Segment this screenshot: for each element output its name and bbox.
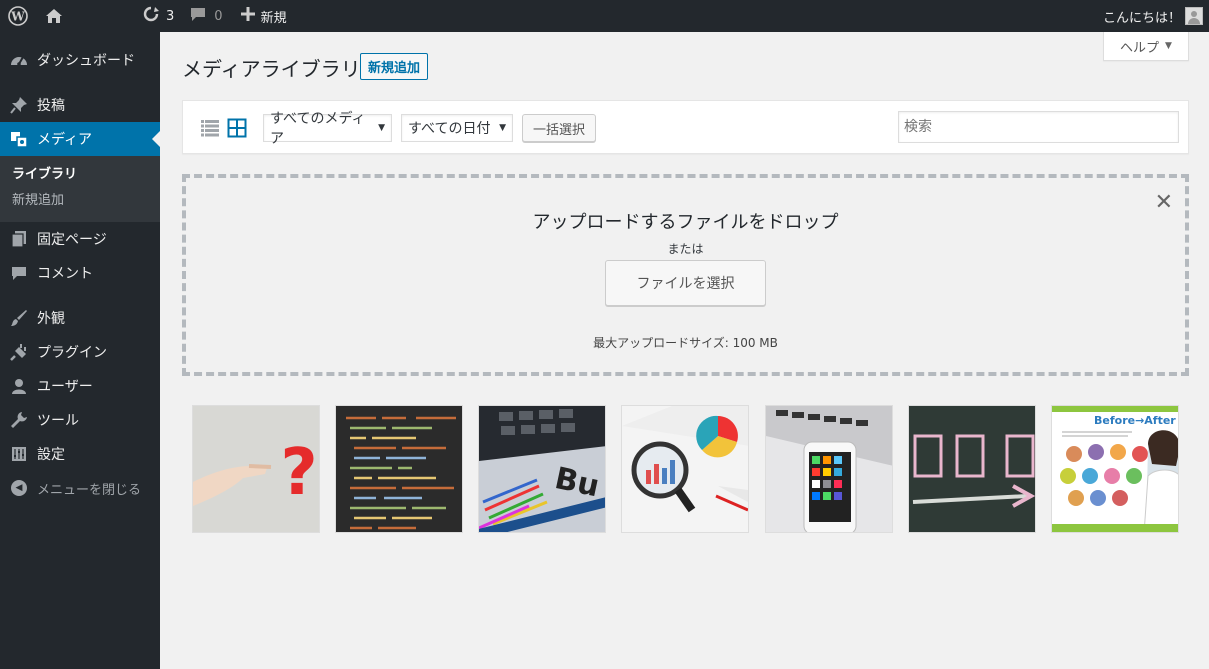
greeting-text: こんにちは！ <box>1102 10 1181 26</box>
sidebar-item-users[interactable]: ユーザー <box>0 369 160 403</box>
select-files-button[interactable]: ファイルを選択 <box>605 260 766 306</box>
or-text: または <box>667 242 704 256</box>
avatar <box>1185 7 1203 25</box>
comments-count: 0 <box>214 8 223 24</box>
sidebar-item-dashboard[interactable]: ダッシュボード <box>0 43 160 77</box>
plus-icon <box>240 7 255 25</box>
new-label: 新規 <box>260 10 287 26</box>
page-title: メディアライブラリ <box>182 57 361 81</box>
max-upload-size: 最大アップロードサイズ: 100 MB <box>593 336 778 350</box>
collapse-menu-button[interactable]: ◀ メニューを閉じる <box>0 471 160 505</box>
collapse-arrow-icon: ◀ <box>9 478 29 498</box>
plugin-icon <box>9 342 29 362</box>
thumbnail-before-after-flyer[interactable]: Before→After <box>1051 405 1179 533</box>
pin-icon <box>9 95 29 115</box>
bulk-select-button[interactable]: 一括選択 <box>522 114 596 142</box>
comment-bubble-icon <box>190 6 206 26</box>
thumbnail-pointing-question[interactable]: ? <box>192 405 320 533</box>
page-icon <box>9 229 29 249</box>
thumbnail-magnifier-chart[interactable] <box>621 405 749 533</box>
svg-text:W: W <box>10 10 25 24</box>
submenu-item-library[interactable]: ライブラリ <box>0 162 160 188</box>
sidebar-item-posts[interactable]: 投稿 <box>0 88 160 122</box>
brush-icon <box>9 308 29 328</box>
flyer-title-text: Before→After <box>1094 414 1176 427</box>
submenu-item-add-new[interactable]: 新規追加 <box>0 188 160 214</box>
add-new-button[interactable]: 新規追加 <box>360 53 429 80</box>
sidebar-item-plugins[interactable]: プラグイン <box>0 335 160 369</box>
admin-bar: W 3 0 新規 こんにちは！ <box>0 0 1209 32</box>
media-icon <box>9 129 29 149</box>
comment-icon <box>9 263 29 283</box>
thumbnail-calculator-business[interactable]: Bu <box>478 405 606 533</box>
sidebar-item-media[interactable]: メディア <box>0 122 160 156</box>
user-icon <box>9 376 29 396</box>
wordpress-logo-icon[interactable]: W <box>0 0 36 32</box>
search-input[interactable] <box>898 111 1179 143</box>
upload-drop-zone[interactable]: ✕ アップロードするファイルをドロップ または ファイルを選択 最大アップロード… <box>182 174 1189 376</box>
sidebar-item-appearance[interactable]: 外観 <box>0 301 160 335</box>
thumbnail-chalkboard-boxes[interactable] <box>908 405 1036 533</box>
admin-sidebar: ダッシュボード 投稿 メディア ライブラリ 新規追加 固定ページ コメント 外観… <box>0 32 160 669</box>
sidebar-item-tools[interactable]: ツール <box>0 403 160 437</box>
grid-view-icon[interactable] <box>227 118 247 138</box>
thumbnail-code-screen[interactable] <box>335 405 463 533</box>
wrench-icon <box>9 410 29 430</box>
media-toolbar: すべてのメディア ▼ すべての日付 ▼ 一括選択 <box>182 100 1189 154</box>
sidebar-item-pages[interactable]: 固定ページ <box>0 222 160 256</box>
dropdown-arrow-icon: ▼ <box>499 123 506 133</box>
thumbnail-smartphone-laptop[interactable] <box>765 405 893 533</box>
media-type-filter[interactable]: すべてのメディア ▼ <box>263 111 392 147</box>
new-content-link[interactable]: 新規 <box>240 0 287 32</box>
sidebar-item-settings[interactable]: 設定 <box>0 437 160 471</box>
settings-icon <box>9 444 29 464</box>
updates-link[interactable]: 3 <box>142 0 174 32</box>
home-icon[interactable] <box>36 0 72 32</box>
drop-instructions: アップロードするファイルをドロップ <box>532 212 839 233</box>
comments-link[interactable]: 0 <box>190 0 223 32</box>
svg-text:?: ? <box>280 436 317 510</box>
help-tab-button[interactable]: ヘルプ ▼ <box>1103 32 1189 61</box>
updates-count: 3 <box>166 8 175 24</box>
dashboard-icon <box>9 50 29 70</box>
sidebar-item-comments[interactable]: コメント <box>0 256 160 290</box>
caret-down-icon: ▼ <box>1165 41 1172 51</box>
my-account[interactable]: こんにちは！ <box>1103 0 1203 32</box>
date-filter[interactable]: すべての日付 ▼ <box>401 114 513 142</box>
dropdown-arrow-icon: ▼ <box>378 123 385 133</box>
list-view-icon[interactable] <box>200 118 220 138</box>
refresh-icon <box>142 6 160 26</box>
media-submenu: ライブラリ 新規追加 <box>0 156 160 222</box>
